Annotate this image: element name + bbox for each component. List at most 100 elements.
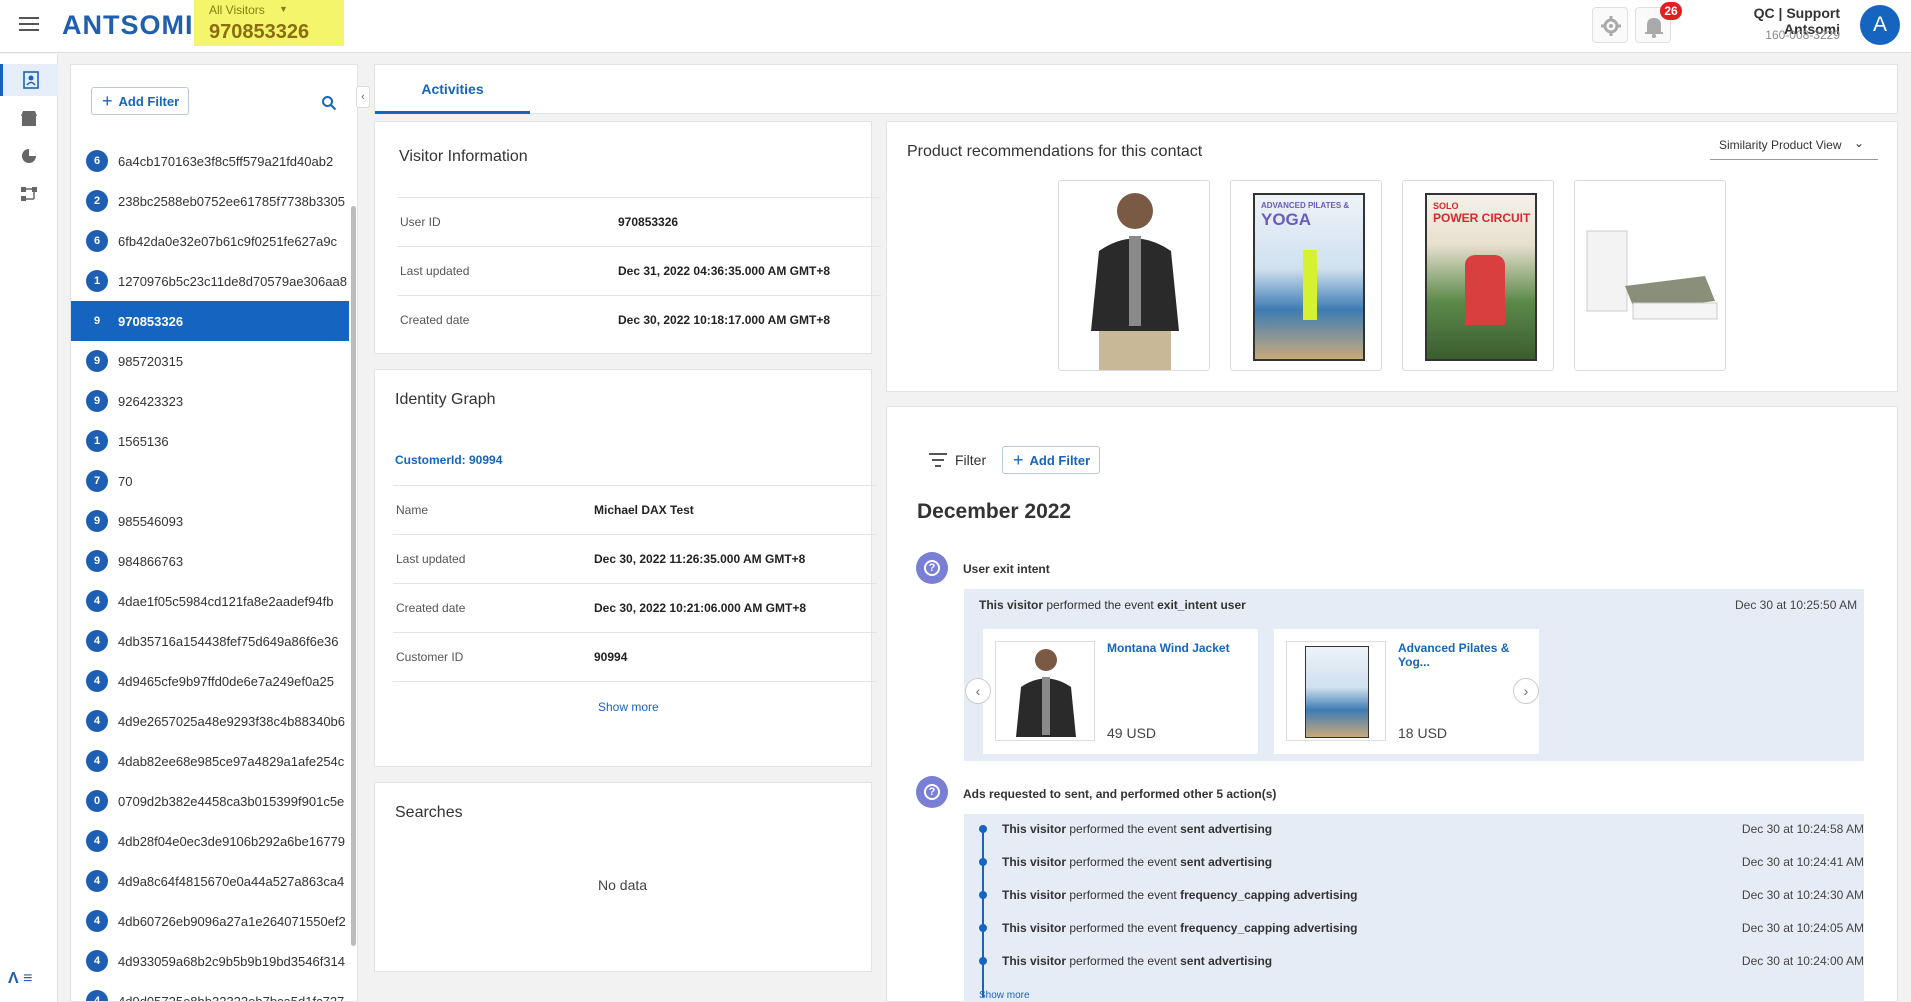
identity-label: Name bbox=[396, 503, 429, 517]
profile-icon bbox=[22, 71, 39, 89]
rail-item-store[interactable] bbox=[9, 102, 49, 134]
visitor-list-item[interactable]: 7 70 bbox=[71, 461, 349, 501]
visitor-id: 4db35716a154438fef75d649a86f6e36 bbox=[118, 633, 339, 649]
info-value: 970853326 bbox=[618, 215, 679, 229]
event-title: User exit intent bbox=[963, 562, 1050, 576]
subrow-time: Dec 30 at 10:24:05 AM bbox=[1741, 921, 1864, 935]
bedroom-set-image bbox=[1575, 181, 1725, 370]
caret-down-icon: ▼ bbox=[279, 4, 288, 14]
visitor-count-badge: 4 bbox=[86, 670, 108, 692]
timeline-dot bbox=[979, 957, 987, 965]
visitor-list-item[interactable]: 4 4d9d05725e8bb32322eb7bca5d1fc727 bbox=[71, 981, 349, 1001]
store-icon bbox=[21, 111, 37, 126]
carousel-next-button[interactable]: › bbox=[1513, 678, 1539, 704]
identity-row: Customer ID 90994 bbox=[393, 632, 877, 681]
settings-icon bbox=[1601, 16, 1621, 36]
search-button[interactable] bbox=[321, 95, 337, 116]
event-product-price: 18 USD bbox=[1398, 725, 1448, 741]
visitor-information-title: Visitor Information bbox=[399, 148, 528, 165]
visitor-id: 970853326 bbox=[118, 313, 184, 329]
visitor-id: 4db60726eb9096a27a1e264071550ef2 bbox=[118, 913, 346, 929]
add-filter-button[interactable]: + Add Filter bbox=[91, 87, 189, 115]
product-card-yoga-dvd[interactable]: ADVANCED PILATES & YOGA bbox=[1230, 180, 1382, 371]
visitor-list-item[interactable]: 4 4db60726eb9096a27a1e264071550ef2 bbox=[71, 901, 349, 941]
event-time: Dec 30 at 10:25:50 AM bbox=[1735, 598, 1858, 612]
plus-icon: + bbox=[1013, 449, 1024, 470]
tab-activities[interactable]: Activities bbox=[375, 65, 530, 114]
subrow-verb: performed the event bbox=[1069, 921, 1177, 935]
brand-logo[interactable]: ANTSOMI bbox=[62, 10, 194, 41]
yoga-dvd-line1: ADVANCED PILATES & bbox=[1261, 201, 1350, 210]
chevron-right-icon: › bbox=[1523, 683, 1529, 699]
identity-label: Last updated bbox=[396, 552, 466, 566]
visitor-list-item[interactable]: 4 4dae1f05c5984cd121fa8e2aadef94fb bbox=[71, 581, 349, 621]
visitor-id: 1565136 bbox=[118, 433, 169, 449]
rail-item-analytics[interactable] bbox=[9, 140, 49, 172]
visitor-id: 1270976b5c23c11de8d70579ae306aa8 bbox=[118, 273, 347, 289]
subrow-verb: performed the event bbox=[1069, 888, 1177, 902]
visitor-list-item[interactable]: 6 6a4cb170163e3f8c5ff579a21fd40ab2 bbox=[71, 141, 349, 181]
visitor-list-item[interactable]: 9 970853326 bbox=[71, 301, 349, 341]
visitor-list-item[interactable]: 1 1565136 bbox=[71, 421, 349, 461]
event-product-card[interactable]: Montana Wind Jacket 49 USD bbox=[983, 629, 1258, 754]
visitor-count-badge: 1 bbox=[86, 430, 108, 452]
rail-item-profile[interactable] bbox=[0, 64, 58, 96]
visitor-count-badge: 9 bbox=[86, 350, 108, 372]
settings-button[interactable] bbox=[1592, 7, 1628, 43]
visitor-list-item[interactable]: 9 926423323 bbox=[71, 381, 349, 421]
visitor-list-item[interactable]: 0 0709d2b382e4458ca3b015399f901c5e bbox=[71, 781, 349, 821]
subrow-actor: This visitor bbox=[1002, 855, 1067, 869]
avatar[interactable]: A bbox=[1860, 5, 1900, 45]
pie-chart-icon bbox=[22, 149, 36, 163]
product-card-power-circuit-dvd[interactable]: SOLO POWER CIRCUIT bbox=[1402, 180, 1554, 371]
visitor-list-panel: + Add Filter 6 6a4cb170163e3f8c5ff579a21f… bbox=[70, 64, 358, 1002]
identity-row: Last updated Dec 30, 2022 11:26:35.000 A… bbox=[393, 534, 877, 583]
visitor-list-item[interactable]: 4 4d933059a68b2c9b5b9b19bd3546f314 bbox=[71, 941, 349, 981]
timeline-dot bbox=[979, 924, 987, 932]
visitor-selector[interactable]: All Visitors ▼ 970853326 bbox=[194, 0, 344, 46]
menu-icon[interactable] bbox=[17, 13, 41, 37]
similarity-view-select[interactable]: Similarity Product View ⌄ bbox=[1710, 128, 1878, 160]
searches-card: Searches No data bbox=[374, 782, 872, 972]
event-subrow: This visitor performed the event frequen… bbox=[979, 921, 1864, 941]
visitor-list-item[interactable]: 1 1270976b5c23c11de8d70579ae306aa8 bbox=[71, 261, 349, 301]
customer-id-link[interactable]: CustomerId: 90994 bbox=[395, 453, 502, 467]
visitor-list-scrollbar[interactable] bbox=[351, 206, 356, 946]
visitor-list: 6 6a4cb170163e3f8c5ff579a21fd40ab2 2 238bc2… bbox=[71, 141, 349, 1001]
timeline-add-filter-button[interactable]: + Add Filter bbox=[1002, 446, 1100, 474]
show-more-link[interactable]: Show more bbox=[598, 700, 659, 714]
timeline-show-more-link[interactable]: Show more bbox=[979, 990, 1030, 1001]
visitor-list-item[interactable]: 4 4db35716a154438fef75d649a86f6e36 bbox=[71, 621, 349, 661]
event-product-name[interactable]: Montana Wind Jacket bbox=[1107, 641, 1230, 655]
left-rail: Ʌ ≡ bbox=[0, 54, 58, 1002]
filter-toggle[interactable]: Filter bbox=[929, 452, 986, 468]
visitor-list-item[interactable]: 9 985546093 bbox=[71, 501, 349, 541]
chevron-left-icon: ‹ bbox=[361, 91, 365, 103]
subrow-event: frequency_capping advertising bbox=[1180, 888, 1358, 902]
event-product-name[interactable]: Advanced Pilates & Yog... bbox=[1398, 641, 1539, 669]
visitor-list-item[interactable]: 4 4d9e2657025a48e9293f38c4b88340b6 bbox=[71, 701, 349, 741]
visitor-list-item[interactable]: 4 4dab82ee68e985ce97a4829a1afe254c bbox=[71, 741, 349, 781]
visitor-list-item[interactable]: 2 238bc2588eb0752ee61785f7738b3305 bbox=[71, 181, 349, 221]
carousel-prev-button[interactable]: ‹ bbox=[965, 678, 991, 704]
no-data-text: No data bbox=[598, 877, 648, 893]
event-subrow: This visitor performed the event sent ad… bbox=[979, 954, 1864, 974]
product-card-bedroom-set[interactable] bbox=[1574, 180, 1726, 371]
visitor-list-item[interactable]: 4 4d9465cfe9b97ffd0de6e7a249ef0a25 bbox=[71, 661, 349, 701]
visitor-list-item[interactable]: 4 4d9a8c64f4815670e0a44a527a863ca4 bbox=[71, 861, 349, 901]
searches-title: Searches bbox=[395, 804, 463, 821]
visitor-list-item[interactable]: 6 6fb42da0e32e07b61c9f0251fe627a9c bbox=[71, 221, 349, 261]
visitor-information-card: Visitor Information User ID 970853326 La… bbox=[374, 121, 881, 354]
visitor-selector-value: 970853326 bbox=[209, 21, 310, 43]
collapse-list-button[interactable]: ‹ bbox=[356, 86, 370, 108]
visitor-list-item[interactable]: 4 4db28f04e0ec3de9106b292a6be16779 bbox=[71, 821, 349, 861]
event-subrow: This visitor performed the event frequen… bbox=[979, 888, 1864, 908]
visitor-list-item[interactable]: 9 984866763 bbox=[71, 541, 349, 581]
event-product-card[interactable]: Advanced Pilates & Yog... 18 USD bbox=[1274, 629, 1539, 754]
collapse-rail-icon[interactable]: Ʌ ≡ bbox=[8, 970, 32, 988]
visitor-list-item[interactable]: 9 985720315 bbox=[71, 341, 349, 381]
rail-item-flow[interactable] bbox=[9, 178, 49, 210]
identity-graph-card: Identity Graph CustomerId: 90994 Name Mi… bbox=[374, 369, 877, 767]
visitor-id: 6a4cb170163e3f8c5ff579a21fd40ab2 bbox=[118, 153, 334, 169]
product-card-jacket[interactable] bbox=[1058, 180, 1210, 371]
